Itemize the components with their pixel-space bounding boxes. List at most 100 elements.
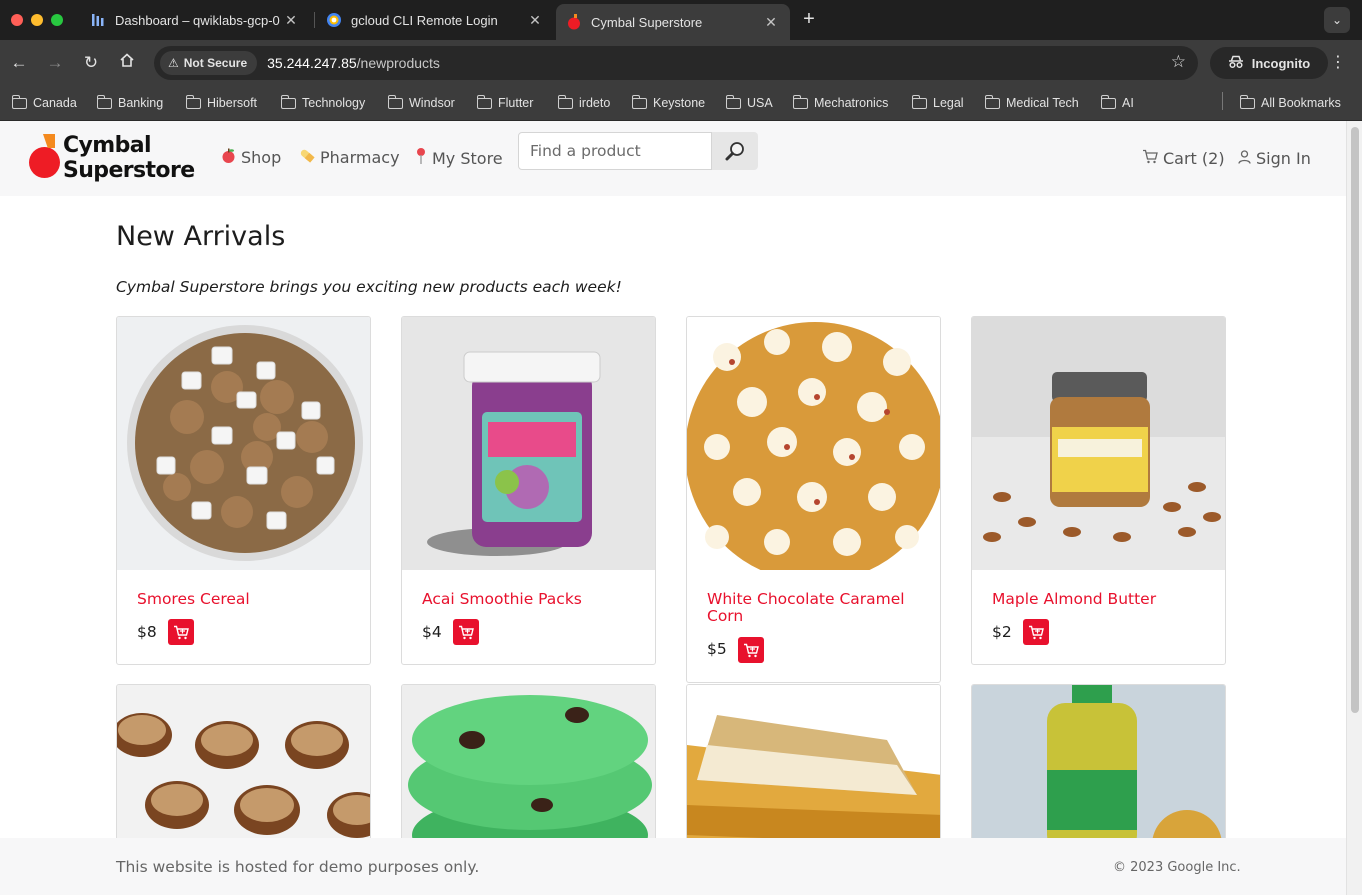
product-image-smores-cereal[interactable] — [117, 317, 370, 570]
url-host: 35.244.247.85 — [267, 55, 357, 71]
tab-gcloud[interactable]: gcloud CLI Remote Login ✕ — [316, 4, 554, 36]
nav-shop[interactable]: Shop — [220, 147, 281, 168]
cart-label: Cart (2) — [1163, 149, 1225, 168]
folder-icon — [11, 94, 27, 109]
search-button[interactable] — [712, 132, 758, 170]
map-pin-icon — [414, 147, 428, 169]
window-close-button[interactable] — [11, 14, 23, 26]
logo-line-2: Superstore — [63, 158, 195, 183]
bookmark-folder[interactable]: Flutter — [476, 94, 533, 112]
bookmark-label: Banking — [118, 96, 164, 110]
bookmark-folder[interactable]: Keystone — [631, 94, 706, 112]
not-secure-label: Not Secure — [183, 56, 248, 70]
bookmark-label: USA — [747, 96, 773, 110]
home-icon[interactable] — [116, 52, 138, 74]
warning-triangle-icon: ⚠ — [168, 56, 179, 70]
product-image-acai-smoothie-packs[interactable] — [402, 317, 655, 570]
sign-in-link[interactable]: Sign In — [1238, 149, 1311, 168]
bookmark-label: Technology — [302, 96, 366, 110]
tab-title: gcloud CLI Remote Login — [351, 12, 498, 28]
url-path: /newproducts — [356, 55, 440, 71]
folder-icon — [984, 94, 1000, 109]
product-card[interactable]: Smores Cereal $8 — [116, 316, 371, 665]
bookmark-folder[interactable]: Medical Tech — [984, 94, 1079, 112]
apple-icon — [220, 147, 237, 168]
product-card[interactable]: White Chocolate Caramel Corn $5 — [686, 316, 941, 683]
cart-link[interactable]: Cart (2) — [1142, 149, 1225, 168]
tab-close-icon[interactable]: ✕ — [762, 14, 780, 31]
cymbal-favicon-icon — [566, 14, 582, 30]
scrollbar-thumb[interactable] — [1351, 127, 1359, 713]
product-name[interactable]: Maple Almond Butter — [992, 591, 1207, 608]
cart-icon — [1142, 149, 1158, 168]
product-name[interactable]: Smores Cereal — [137, 591, 352, 608]
all-bookmarks-button[interactable]: All Bookmarks — [1239, 94, 1341, 112]
folder-icon — [557, 94, 573, 109]
back-arrow-icon[interactable]: ← — [8, 52, 30, 74]
address-bar[interactable]: ⚠ Not Secure 35.244.247.85/newproducts ☆ — [154, 46, 1198, 80]
bookmark-label: Mechatronics — [814, 96, 889, 110]
tab-close-icon[interactable]: ✕ — [282, 12, 300, 29]
folder-icon — [792, 94, 808, 109]
tab-cymbal-superstore[interactable]: Cymbal Superstore ✕ — [556, 4, 790, 40]
bookmark-folder[interactable]: irdeto — [557, 94, 611, 112]
window-minimize-button[interactable] — [31, 14, 43, 26]
folder-icon — [96, 94, 112, 109]
reload-icon[interactable]: ↻ — [80, 52, 102, 74]
bookmark-folder[interactable]: USA — [725, 94, 773, 112]
nav-pharmacy-label: Pharmacy — [320, 148, 400, 167]
nav-my-store[interactable]: My Store — [414, 147, 503, 169]
folder-icon — [476, 94, 492, 109]
browser-menu-icon[interactable]: ⋮ — [1330, 52, 1346, 72]
add-to-cart-button[interactable] — [1023, 619, 1049, 645]
footer-copyright: © 2023 Google Inc. — [1113, 860, 1241, 875]
bookmark-folder[interactable]: Legal — [911, 94, 964, 112]
product-name[interactable]: White Chocolate Caramel Corn — [707, 591, 922, 625]
bookmark-star-icon[interactable]: ☆ — [1171, 52, 1186, 72]
product-card[interactable]: Acai Smoothie Packs $4 — [401, 316, 656, 665]
tab-title: Cymbal Superstore — [591, 14, 703, 30]
bookmark-folder[interactable]: Technology — [280, 94, 366, 112]
add-to-cart-button[interactable] — [738, 637, 764, 663]
cymbal-logo[interactable]: Cymbal Superstore — [29, 133, 199, 185]
bookmark-label: Legal — [933, 96, 964, 110]
bookmark-folder[interactable]: Mechatronics — [792, 94, 889, 112]
user-icon — [1238, 149, 1251, 168]
add-to-cart-button[interactable] — [168, 619, 194, 645]
product-image-maple-almond-butter[interactable] — [972, 317, 1225, 570]
forward-arrow-icon[interactable]: → — [44, 52, 66, 74]
window-maximize-button[interactable] — [51, 14, 63, 26]
folder-icon — [280, 94, 296, 109]
site-footer: This website is hosted for demo purposes… — [0, 838, 1346, 895]
bookmark-folder[interactable]: Windsor — [387, 94, 455, 112]
product-price: $2 — [992, 623, 1012, 641]
product-name[interactable]: Acai Smoothie Packs — [422, 591, 637, 608]
incognito-indicator[interactable]: Incognito — [1210, 47, 1328, 79]
tab-dashboard[interactable]: Dashboard – qwiklabs-gcp-0 ✕ — [80, 4, 310, 36]
folder-icon — [185, 94, 201, 109]
footer-note: This website is hosted for demo purposes… — [116, 858, 480, 876]
product-price: $8 — [137, 623, 157, 641]
bookmark-label: Canada — [33, 96, 77, 110]
add-to-cart-button[interactable] — [453, 619, 479, 645]
product-card[interactable]: Maple Almond Butter $2 — [971, 316, 1226, 665]
bookmark-label: Keystone — [653, 96, 706, 110]
product-image-white-chocolate-caramel-corn[interactable] — [687, 317, 940, 570]
tab-close-icon[interactable]: ✕ — [526, 12, 544, 29]
bookmark-label: irdeto — [579, 96, 611, 110]
bookmarks-divider — [1222, 92, 1223, 110]
tab-search-chevron-icon[interactable]: ⌄ — [1324, 7, 1350, 33]
bookmark-folder[interactable]: Banking — [96, 94, 164, 112]
page-scrollbar[interactable] — [1346, 121, 1362, 895]
logo-apple-icon — [29, 147, 60, 178]
new-tab-button[interactable]: + — [798, 8, 820, 30]
bookmark-folder[interactable]: AI — [1100, 94, 1134, 112]
product-search-input[interactable]: Find a product — [518, 132, 712, 170]
cart-icon — [1029, 625, 1044, 639]
bookmark-folder[interactable]: Hibersoft — [185, 94, 257, 112]
bookmark-label: Windsor — [409, 96, 455, 110]
magnifier-icon — [725, 142, 744, 161]
bookmark-folder[interactable]: Canada — [11, 94, 77, 112]
not-secure-chip[interactable]: ⚠ Not Secure — [160, 51, 258, 75]
nav-pharmacy[interactable]: Pharmacy — [298, 147, 400, 168]
